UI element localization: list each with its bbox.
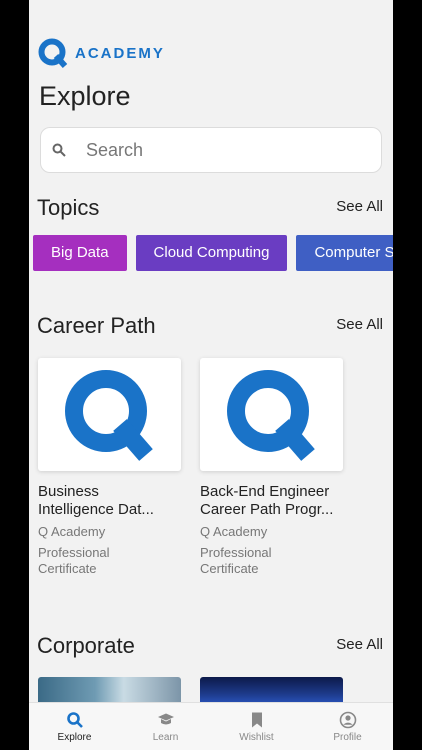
bookmark-icon — [251, 712, 262, 728]
career-path-card[interactable]: Business Intelligence Dat... Q Academy P… — [38, 358, 181, 577]
graduation-cap-icon — [157, 713, 174, 725]
bottom-tab-bar: Explore Learn Wishlist Profile — [29, 702, 393, 750]
q-logo-icon — [64, 369, 153, 461]
card-provider: Q Academy — [200, 524, 268, 539]
card-title-line: Intelligence Dat... — [38, 501, 154, 518]
search-icon — [52, 143, 66, 157]
topic-chip-big-data[interactable]: Big Data — [33, 235, 127, 271]
card-provider: Q Academy — [38, 524, 106, 539]
tab-explore[interactable]: Explore — [29, 703, 120, 750]
career-path-see-all-link[interactable]: See All — [336, 316, 383, 333]
card-title: Back-End Engineer Career Path Progr... — [200, 483, 340, 519]
tab-label: Wishlist — [239, 732, 274, 743]
page-title: Explore — [39, 81, 131, 111]
search-bar[interactable] — [40, 127, 382, 173]
corporate-card-thumbnail[interactable] — [38, 677, 181, 705]
profile-icon — [339, 711, 356, 729]
career-path-card[interactable]: Back-End Engineer Career Path Progr... Q… — [200, 358, 343, 577]
career-path-list: Business Intelligence Dat... Q Academy P… — [38, 358, 362, 577]
tab-profile[interactable]: Profile — [302, 703, 393, 750]
tab-label: Profile — [333, 732, 362, 743]
topic-chip-computer-s[interactable]: Computer S — [296, 235, 393, 271]
card-type: Professional Certificate — [200, 545, 272, 576]
card-title-line: Career Path Progr... — [200, 501, 334, 518]
topic-chip-cloud-computing[interactable]: Cloud Computing — [135, 235, 288, 271]
card-title-line: Back-End Engineer — [200, 483, 330, 500]
brand-name: ACADEMY — [75, 44, 165, 62]
tab-label: Learn — [152, 732, 179, 743]
topics-see-all-link[interactable]: See All — [336, 198, 383, 215]
tab-learn[interactable]: Learn — [120, 703, 211, 750]
tab-label: Explore — [57, 732, 92, 743]
app-screen: ACADEMY Explore Topics See All Big Data … — [29, 0, 393, 750]
corporate-list — [38, 677, 362, 705]
corporate-title: Corporate — [37, 633, 135, 658]
card-type: Professional Certificate — [38, 545, 110, 576]
q-logo-icon — [38, 38, 68, 68]
corporate-see-all-link[interactable]: See All — [336, 636, 383, 653]
app-logo: ACADEMY — [38, 38, 165, 68]
topic-chips: Big Data Cloud Computing Computer S — [33, 235, 393, 271]
corporate-card-thumbnail[interactable] — [200, 677, 343, 705]
career-path-title: Career Path — [37, 313, 156, 338]
q-logo-icon — [226, 369, 315, 461]
card-title-line: Business — [38, 483, 99, 500]
card-thumbnail — [200, 358, 343, 471]
card-title: Business Intelligence Dat... — [38, 483, 178, 519]
topics-title: Topics — [37, 195, 100, 220]
search-icon — [66, 712, 83, 728]
card-thumbnail — [38, 358, 181, 471]
tab-wishlist[interactable]: Wishlist — [211, 703, 302, 750]
search-input[interactable] — [84, 138, 368, 162]
